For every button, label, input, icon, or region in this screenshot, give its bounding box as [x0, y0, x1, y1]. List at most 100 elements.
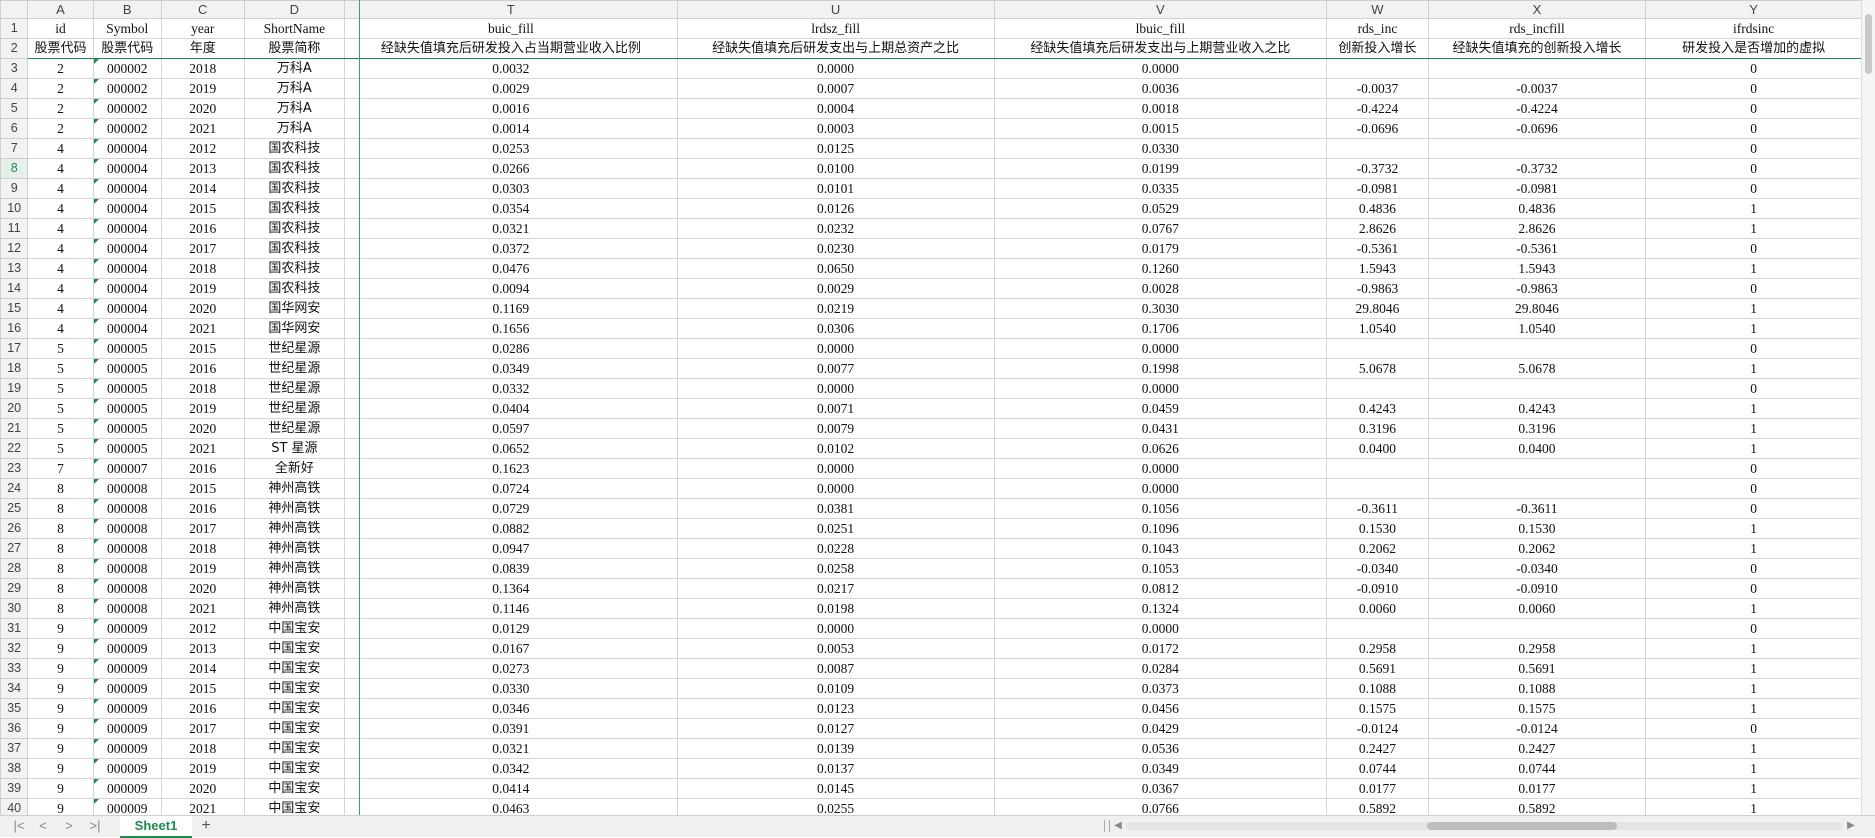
- field-name-cell[interactable]: id: [27, 18, 94, 39]
- cell-w[interactable]: 0.1530: [1326, 518, 1429, 539]
- cell-a[interactable]: 5: [27, 358, 94, 379]
- cell-w[interactable]: [1326, 458, 1429, 479]
- cell-a[interactable]: 8: [27, 558, 94, 579]
- cell-x[interactable]: 0.0177: [1427, 778, 1647, 799]
- field-name-cell[interactable]: ifrdsinc: [1645, 18, 1862, 39]
- cell-d[interactable]: 中国宝安: [243, 718, 346, 739]
- cell-x[interactable]: -0.0696: [1427, 118, 1647, 139]
- cell-c[interactable]: 2018: [160, 258, 245, 279]
- cell-x[interactable]: 0.5691: [1427, 658, 1647, 679]
- cell-c[interactable]: 2012: [160, 138, 245, 159]
- cell-u[interactable]: 0.0650: [676, 258, 995, 279]
- cell-d[interactable]: 神州高铁: [243, 578, 346, 599]
- cell-a[interactable]: 4: [27, 158, 94, 179]
- cell-c[interactable]: 2020: [160, 98, 245, 119]
- column-header-y[interactable]: Y: [1645, 0, 1862, 19]
- cell-d[interactable]: 中国宝安: [243, 638, 346, 659]
- cell-b[interactable]: 000008: [92, 478, 162, 499]
- cell-b[interactable]: 000005: [92, 418, 162, 439]
- cell-a[interactable]: 4: [27, 298, 94, 319]
- cell-b[interactable]: 000004: [92, 178, 162, 199]
- cell-y[interactable]: 1: [1645, 798, 1862, 815]
- cell-y[interactable]: 0: [1645, 618, 1862, 639]
- cell-y[interactable]: 0: [1645, 718, 1862, 739]
- field-name-cell[interactable]: rds_inc: [1326, 18, 1429, 39]
- cell-b[interactable]: 000004: [92, 218, 162, 239]
- cell-a[interactable]: 4: [27, 218, 94, 239]
- cell-d[interactable]: 中国宝安: [243, 758, 346, 779]
- cell-v[interactable]: 0.0459: [993, 398, 1328, 419]
- cell-a[interactable]: 2: [27, 98, 94, 119]
- row-header[interactable]: 19: [0, 378, 29, 399]
- cell-w[interactable]: 0.2062: [1326, 538, 1429, 559]
- cell-d[interactable]: 国农科技: [243, 178, 346, 199]
- cell-a[interactable]: 2: [27, 118, 94, 139]
- cell-u[interactable]: 0.0230: [676, 238, 995, 259]
- cell-b[interactable]: 000005: [92, 398, 162, 419]
- cell-c[interactable]: 2016: [160, 498, 245, 519]
- cell-c[interactable]: 2015: [160, 338, 245, 359]
- cell-b[interactable]: 000009: [92, 618, 162, 639]
- cell-x[interactable]: [1427, 458, 1647, 479]
- row-header[interactable]: 18: [0, 358, 29, 379]
- cell-w[interactable]: 0.3196: [1326, 418, 1429, 439]
- cell-d[interactable]: 国华网安: [243, 318, 346, 339]
- cell-x[interactable]: 0.1530: [1427, 518, 1647, 539]
- column-header-x[interactable]: X: [1427, 0, 1647, 19]
- cell-w[interactable]: 0.0400: [1326, 438, 1429, 459]
- cell-y[interactable]: 1: [1645, 438, 1862, 459]
- cell-w[interactable]: -0.0124: [1326, 718, 1429, 739]
- cell-b[interactable]: 000007: [92, 458, 162, 479]
- cell-x[interactable]: 2.8626: [1427, 218, 1647, 239]
- cell-w[interactable]: -0.9863: [1326, 278, 1429, 299]
- cell-u[interactable]: 0.0228: [676, 538, 995, 559]
- cell-y[interactable]: 0: [1645, 378, 1862, 399]
- cell-t[interactable]: 0.0349: [344, 358, 678, 379]
- cell-a[interactable]: 9: [27, 638, 94, 659]
- row-header[interactable]: 17: [0, 338, 29, 359]
- cell-c[interactable]: 2021: [160, 798, 245, 815]
- cell-u[interactable]: 0.0000: [676, 478, 995, 499]
- cell-v[interactable]: 0.1053: [993, 558, 1328, 579]
- cell-x[interactable]: 0.4836: [1427, 198, 1647, 219]
- cell-w[interactable]: 1.0540: [1326, 318, 1429, 339]
- cell-u[interactable]: 0.0123: [676, 698, 995, 719]
- field-description-cell[interactable]: 经缺失值填充后研发支出与上期营业收入之比: [993, 38, 1328, 59]
- vertical-scrollbar[interactable]: [1861, 0, 1875, 815]
- cell-a[interactable]: 4: [27, 318, 94, 339]
- row-header[interactable]: 14: [0, 278, 29, 299]
- cell-y[interactable]: 0: [1645, 58, 1862, 79]
- cell-c[interactable]: 2016: [160, 218, 245, 239]
- field-name-cell[interactable]: Symbol: [92, 18, 162, 39]
- cell-y[interactable]: 1: [1645, 218, 1862, 239]
- cell-b[interactable]: 000009: [92, 678, 162, 699]
- cell-x[interactable]: 0.1575: [1427, 698, 1647, 719]
- cell-t[interactable]: 0.1364: [344, 578, 678, 599]
- cell-d[interactable]: 中国宝安: [243, 698, 346, 719]
- cell-w[interactable]: 2.8626: [1326, 218, 1429, 239]
- cell-t[interactable]: 0.0404: [344, 398, 678, 419]
- cell-a[interactable]: 2: [27, 58, 94, 79]
- field-description-cell[interactable]: 经缺失值填充后研发投入占当期营业收入比例: [344, 38, 678, 59]
- cell-a[interactable]: 9: [27, 758, 94, 779]
- cell-b[interactable]: 000005: [92, 358, 162, 379]
- cell-w[interactable]: 5.0678: [1326, 358, 1429, 379]
- cell-x[interactable]: 1.5943: [1427, 258, 1647, 279]
- cell-w[interactable]: 0.5691: [1326, 658, 1429, 679]
- cell-x[interactable]: -0.0124: [1427, 718, 1647, 739]
- cell-v[interactable]: 0.0000: [993, 618, 1328, 639]
- cell-t[interactable]: 0.0332: [344, 378, 678, 399]
- field-description-cell[interactable]: 经缺失值填充的创新投入增长: [1427, 38, 1647, 59]
- cell-d[interactable]: 万科A: [243, 78, 346, 99]
- cell-t[interactable]: 0.0839: [344, 558, 678, 579]
- cell-t[interactable]: 0.0286: [344, 338, 678, 359]
- cell-c[interactable]: 2017: [160, 518, 245, 539]
- cell-x[interactable]: -0.3611: [1427, 498, 1647, 519]
- cell-u[interactable]: 0.0053: [676, 638, 995, 659]
- row-header[interactable]: 22: [0, 438, 29, 459]
- cell-b[interactable]: 000009: [92, 758, 162, 779]
- cell-y[interactable]: 0: [1645, 278, 1862, 299]
- cell-a[interactable]: 4: [27, 138, 94, 159]
- cell-v[interactable]: 0.0626: [993, 438, 1328, 459]
- cell-t[interactable]: 0.0724: [344, 478, 678, 499]
